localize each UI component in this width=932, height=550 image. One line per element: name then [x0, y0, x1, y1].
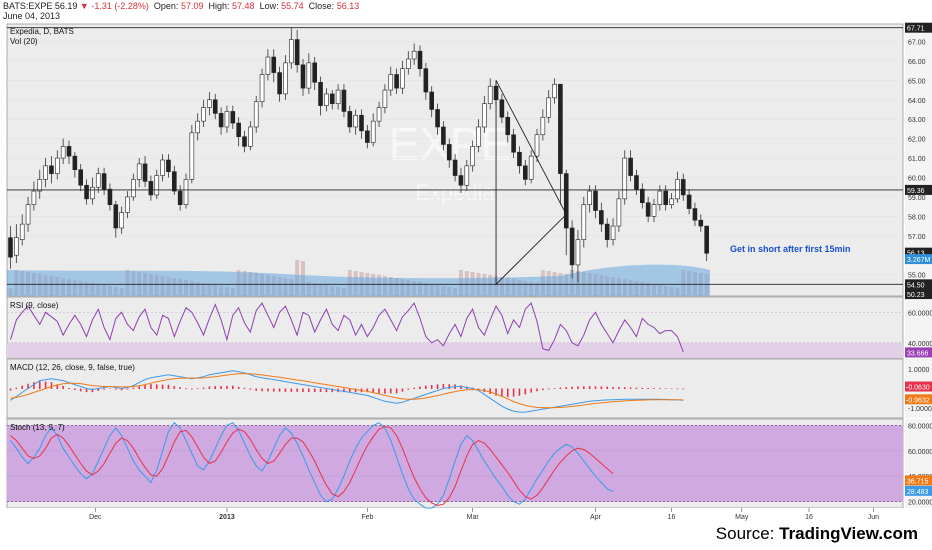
- price-tag-label: 3.267M: [907, 257, 931, 264]
- price-tag-label: 67.71: [907, 26, 925, 33]
- y-tick-label: 64.00: [908, 98, 926, 105]
- price-tag-label: 59.36: [907, 188, 925, 195]
- y-tick-label: 57.00: [908, 234, 926, 241]
- watermark-name: Expedia: [415, 180, 495, 205]
- candlestick: [253, 95, 259, 133]
- x-tick-label: May: [735, 514, 749, 521]
- y-tick-label: 66.00: [908, 59, 926, 66]
- y-tick-label: 67.00: [908, 39, 926, 46]
- price-tag-label: 54.50: [907, 282, 925, 289]
- rsi-tag-label: 33.666: [907, 350, 929, 357]
- rsi-band: [7, 342, 903, 358]
- stoch-tick-label: 80.0000: [908, 423, 932, 430]
- stoch-title: Stoch (13, 5, 7): [10, 423, 65, 432]
- stoch-tag-label: 28.483: [907, 489, 929, 496]
- y-tick-label: 58.00: [908, 214, 926, 221]
- candlestick: [259, 68, 265, 108]
- macd-tag-label: -0.0630: [906, 385, 930, 392]
- source-name: TradingView.com: [779, 524, 918, 543]
- x-tick-label: Dec: [89, 514, 102, 521]
- x-tick-label: 16: [805, 514, 813, 521]
- macd-tag-label: -0.9632: [906, 397, 930, 404]
- y-tick-label: 65.00: [908, 78, 926, 85]
- stoch-tag-label: 36.715: [907, 478, 929, 485]
- y-tick-label: 62.00: [908, 137, 926, 144]
- source-credit: Source: TradingView.com: [716, 524, 918, 544]
- stoch-band: [7, 425, 903, 502]
- candlestick: [581, 196, 587, 248]
- watermark-symbol: EXPE: [389, 118, 512, 170]
- x-tick-label: 2013: [219, 514, 235, 521]
- y-tick-label: 60.00: [908, 175, 926, 182]
- x-tick-label: Mar: [467, 514, 480, 521]
- x-tick-label: Feb: [361, 514, 373, 521]
- trade-annotation: Get in short after first 15min: [730, 244, 851, 254]
- rsi-tick-label: 40.0000: [908, 341, 932, 348]
- macd-title: MACD (12, 26, close, 9, false, true): [10, 363, 135, 372]
- volume-title: Vol (20): [10, 37, 38, 46]
- x-tick-label: Jun: [868, 514, 879, 521]
- y-tick-label: 59.00: [908, 195, 926, 202]
- candlestick: [189, 125, 195, 184]
- stoch-tick-label: 60.0000: [908, 449, 932, 456]
- price-tag-label: 50.23: [907, 292, 925, 299]
- rsi-tick-label: 60.0000: [908, 310, 932, 317]
- x-tick-label: 16: [668, 514, 676, 521]
- candlestick: [622, 150, 628, 205]
- rsi-title: RSI (9, close): [10, 301, 59, 310]
- source-label: Source:: [715, 524, 775, 543]
- stoch-tick-label: 20.0000: [908, 500, 932, 507]
- main-title: Expedia, D, BATS: [10, 27, 74, 36]
- y-tick-label: 55.00: [908, 273, 926, 280]
- x-tick-label: Apr: [590, 514, 602, 521]
- chart-canvas[interactable]: EXPE Expedia 67.00 66.00 65.00 64.00 63.00 62.…: [0, 0, 932, 550]
- macd-tick-label: 1.0000: [908, 367, 930, 374]
- macd-tick-label: -1.0000: [908, 406, 932, 413]
- y-tick-label: 63.00: [908, 117, 926, 124]
- y-tick-label: 61.00: [908, 156, 926, 163]
